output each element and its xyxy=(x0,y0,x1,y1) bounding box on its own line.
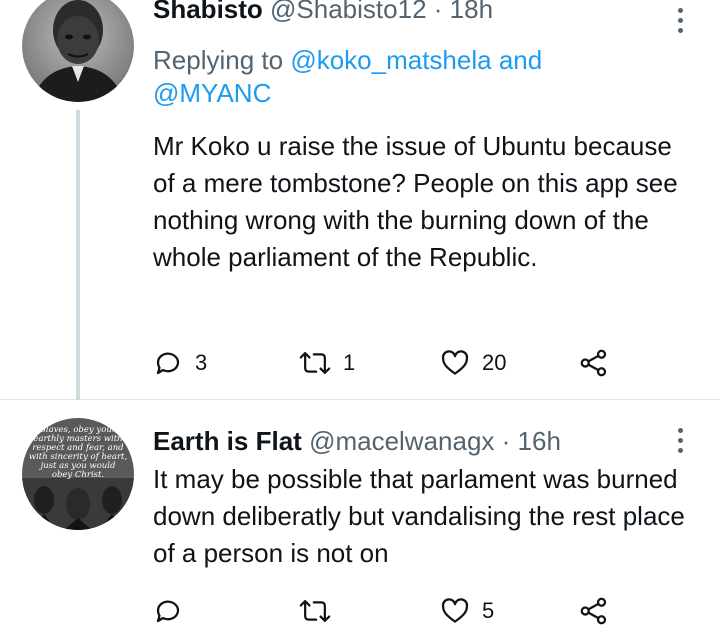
reply-count: 3 xyxy=(195,350,208,375)
replying-and: and xyxy=(498,45,543,75)
tweet-divider xyxy=(0,399,720,400)
tweet-actions: 5 xyxy=(153,596,623,630)
username[interactable]: @Shabisto12 xyxy=(270,0,427,24)
tweet-text: It may be possible that parlament was bu… xyxy=(153,464,685,568)
tweet-header: Earth is Flat @macelwanagx · 16h xyxy=(153,426,561,457)
retweet-button[interactable] xyxy=(299,596,343,626)
heart-icon xyxy=(441,598,469,623)
share-icon xyxy=(580,349,607,377)
share-button[interactable] xyxy=(579,348,609,378)
more-options-icon[interactable] xyxy=(674,8,686,33)
tweet-text: Mr Koko u raise the issue of Ubuntu beca… xyxy=(153,131,678,272)
heart-icon xyxy=(441,350,469,375)
tweet-header: Shabisto @Shabisto12 · 18h xyxy=(153,0,493,25)
mention-link[interactable]: @MYANC xyxy=(153,78,271,108)
reply-button[interactable]: 3 xyxy=(153,348,207,378)
like-count: 5 xyxy=(482,598,495,623)
more-options-icon[interactable] xyxy=(674,428,686,453)
mention-link[interactable]: @koko_matshela xyxy=(290,45,491,75)
like-button[interactable]: 20 xyxy=(440,348,506,378)
retweet-icon xyxy=(299,352,331,374)
replying-to: Replying to @koko_matshela and @MYANC xyxy=(153,44,633,110)
svg-text:obey Christ.: obey Christ. xyxy=(52,470,104,480)
username[interactable]: @macelwanagx xyxy=(309,426,494,456)
retweet-button[interactable]: 1 xyxy=(299,348,355,378)
tweet[interactable]: Shabisto @Shabisto12 · 18h Replying to @… xyxy=(0,0,720,400)
like-count: 20 xyxy=(482,350,507,375)
share-icon xyxy=(580,597,607,625)
avatar[interactable]: Slaves, obey your earthly masters with r… xyxy=(22,418,134,530)
display-name[interactable]: Shabisto xyxy=(153,0,263,24)
reply-icon xyxy=(156,352,180,375)
tweet-actions: 3 1 20 xyxy=(153,348,623,382)
retweet-icon xyxy=(299,600,331,622)
tweet[interactable]: Slaves, obey your earthly masters with r… xyxy=(0,410,720,634)
avatar[interactable] xyxy=(22,0,134,102)
retweet-count: 1 xyxy=(343,350,356,375)
timestamp[interactable]: · 18h xyxy=(434,0,493,24)
timestamp[interactable]: · 16h xyxy=(502,426,561,456)
reply-button[interactable] xyxy=(153,596,195,626)
replying-prefix: Replying to xyxy=(153,45,284,75)
thread-line xyxy=(76,110,80,400)
reply-icon xyxy=(156,600,180,623)
share-button[interactable] xyxy=(579,596,609,626)
display-name[interactable]: Earth is Flat xyxy=(153,426,302,456)
like-button[interactable]: 5 xyxy=(440,596,494,626)
